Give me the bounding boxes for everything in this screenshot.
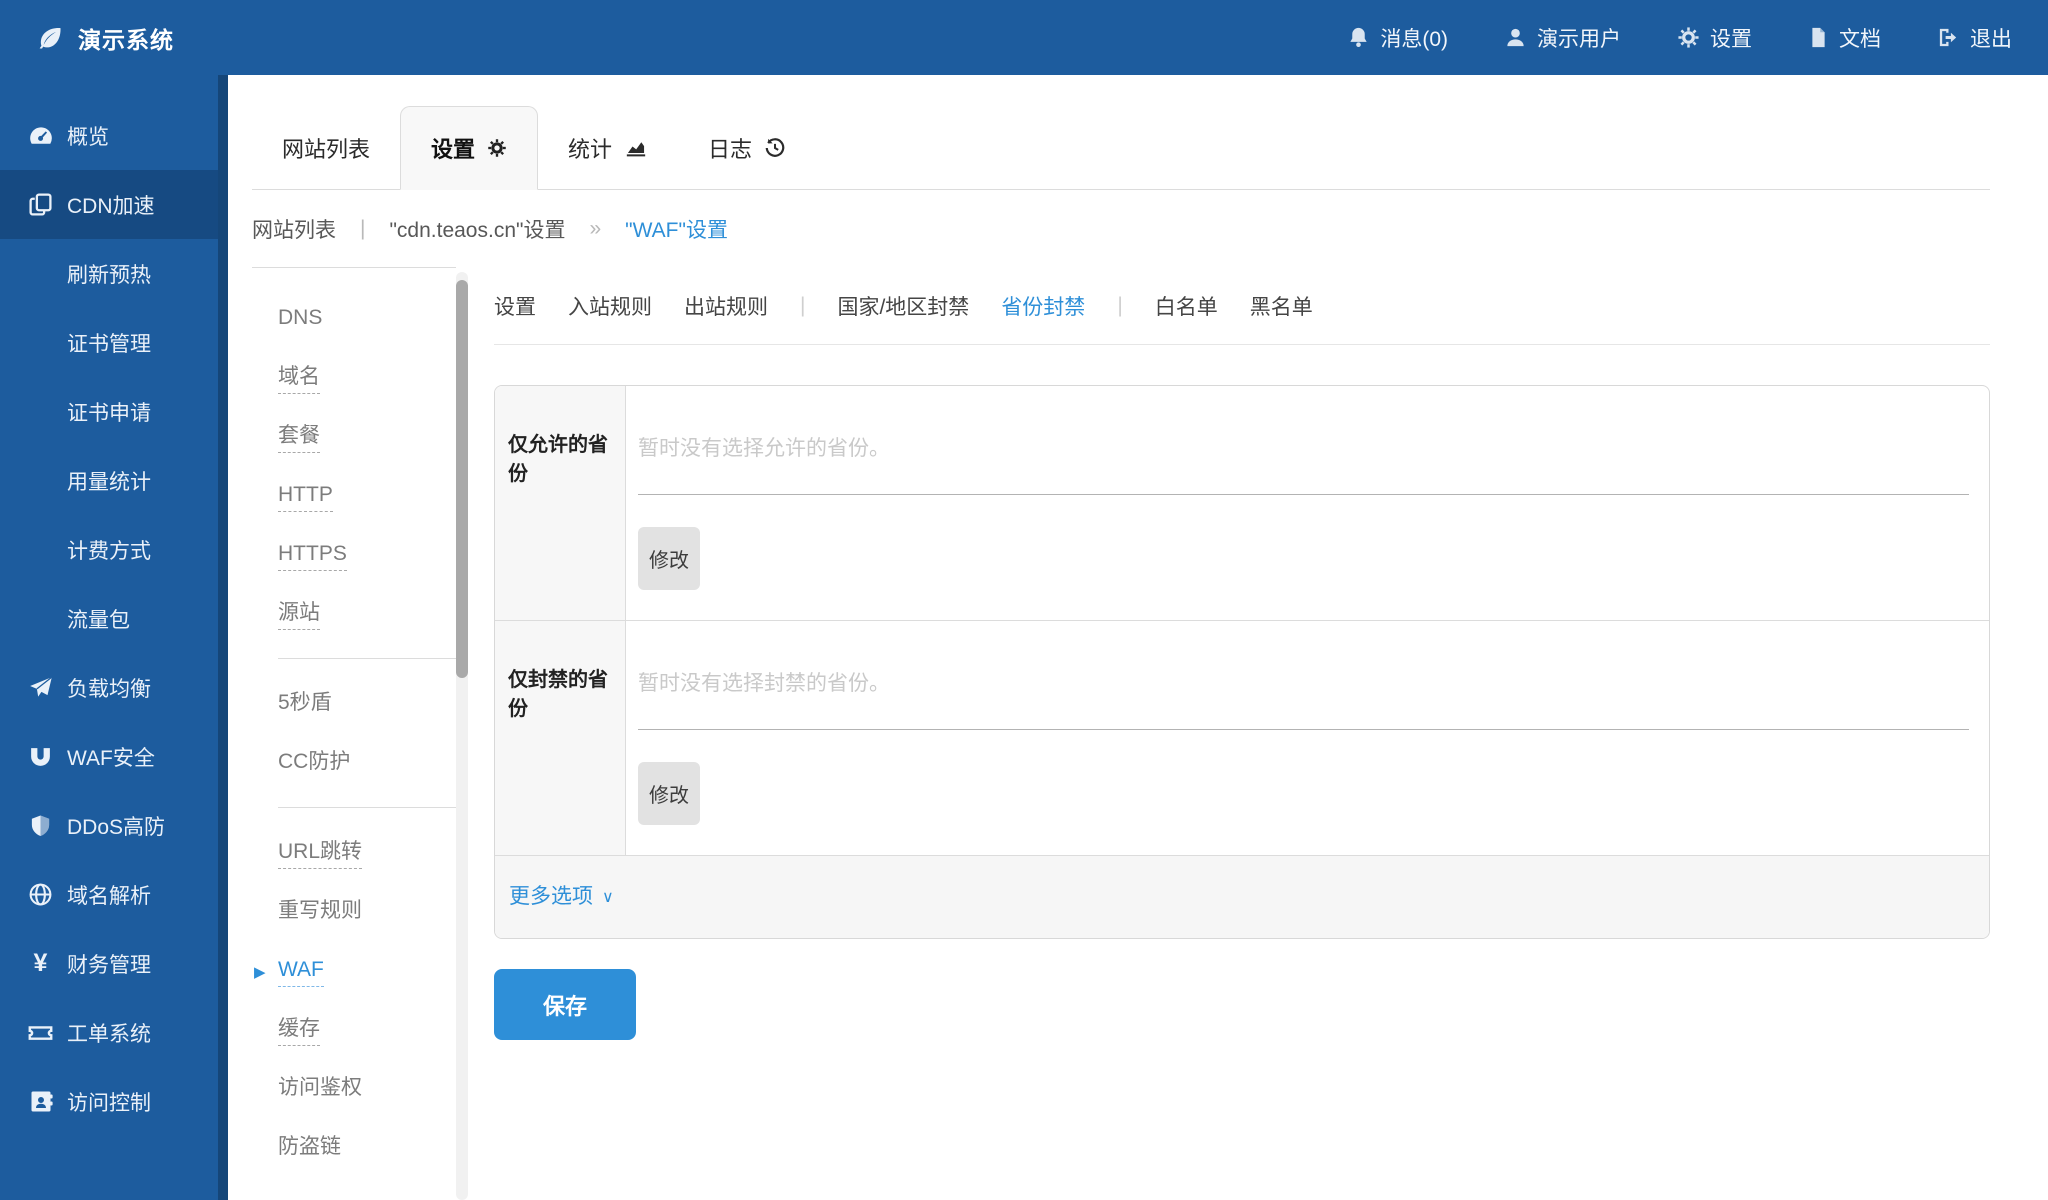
waf-tab-province-block[interactable]: 省份封禁 [1001,291,1085,321]
scrollbar-thumb[interactable] [456,280,468,678]
waf-tabs: 设置 入站规则 出站规则 | 国家/地区封禁 省份封禁 | 白名单 黑名单 [494,267,1990,345]
blocked-provinces-label: 仅封禁的省份 [495,621,626,855]
brand-title: 演示系统 [78,21,174,55]
province-block-panel: 仅允许的省份 暂时没有选择允许的省份。 修改 仅封禁的省份 暂时没有选择封禁的省… [494,385,1990,939]
subnav-divider [278,807,456,808]
tab-site-list[interactable]: 网站列表 [252,107,400,189]
sidebar: 概览 CDN加速 刷新预热 证书管理 证书申请 用量统计 计费方式 流量包 负载… [0,75,228,1200]
subnav-item-5s-shield[interactable]: 5秒盾 [278,689,456,716]
blocked-provinces-row: 仅封禁的省份 暂时没有选择封禁的省份。 修改 [495,620,1989,855]
chevron-down-icon: ∨ [602,887,614,907]
subnav-item-waf[interactable]: ▶ WAF [278,956,456,983]
ticket-icon [27,1019,54,1046]
sidebar-item-overview[interactable]: 概览 [0,101,228,170]
allowed-provinces-label: 仅允许的省份 [495,386,626,620]
breadcrumb-separator: | [360,217,365,241]
save-button[interactable]: 保存 [494,969,636,1040]
main-area: 网站列表 设置 统计 日志 网站列表 [228,75,2048,1200]
waf-tab-separator: | [800,294,805,318]
subnav-item-url-redirect[interactable]: URL跳转 [278,838,456,865]
sidebar-item-access-control[interactable]: 访问控制 [0,1067,228,1136]
brand: 演示系统 [36,21,174,55]
subnav-item-hotlink-protect[interactable]: 防盗链 [278,1133,456,1160]
subnav-item-cc-protect[interactable]: CC防护 [278,748,456,775]
sidebar-item-refresh-prewarm[interactable]: 刷新预热 [0,239,228,308]
subnav-item-https[interactable]: HTTPS [278,540,456,567]
bell-icon [1347,26,1370,49]
waf-tab-whitelist[interactable]: 白名单 [1155,291,1218,321]
more-options-link[interactable]: 更多选项 ∨ [509,880,614,910]
settings-subnav: DNS 域名 套餐 HTTP HTTPS 源站 5秒盾 CC防护 URL跳转 重… [252,267,456,1200]
breadcrumb-domain-settings[interactable]: "cdn.teaos.cn"设置 [389,214,565,244]
logout-menu-item[interactable]: 退出 [1937,23,2012,53]
shield-icon [27,813,54,838]
magnet-icon [27,744,54,769]
subnav-item-http[interactable]: HTTP [278,481,456,508]
tab-logs[interactable]: 日志 [678,107,816,189]
sidebar-item-waf-security[interactable]: WAF安全 [0,722,228,791]
subnav-item-access-auth[interactable]: 访问鉴权 [278,1074,456,1101]
user-menu-item[interactable]: 演示用户 [1504,23,1621,53]
document-icon [1808,26,1829,49]
subnav-item-plan[interactable]: 套餐 [278,422,456,449]
sidebar-item-load-balance[interactable]: 负载均衡 [0,653,228,722]
gear-icon [1677,26,1700,49]
waf-tab-inbound-rules[interactable]: 入站规则 [568,291,652,321]
paper-plane-icon [27,675,54,701]
tab-statistics[interactable]: 统计 [538,107,678,189]
messages-menu-item[interactable]: 消息(0) [1347,23,1448,53]
panel-footer: 更多选项 ∨ [495,855,1989,938]
subnav-item-dns[interactable]: DNS [278,304,456,331]
breadcrumb-separator: » [589,217,601,241]
gauge-icon [27,123,54,149]
id-card-icon [27,1089,54,1114]
area-chart-icon [624,137,648,159]
active-arrow-icon: ▶ [254,959,266,986]
settings-menu-item[interactable]: 设置 [1677,23,1752,53]
sidebar-item-traffic-pack[interactable]: 流量包 [0,584,228,653]
leaf-icon [36,24,64,52]
waf-content: 设置 入站规则 出站规则 | 国家/地区封禁 省份封禁 | 白名单 黑名单 仅允… [494,267,1990,1200]
subnav-scrollbar[interactable] [456,272,468,1200]
modify-blocked-button[interactable]: 修改 [638,762,700,825]
allowed-provinces-row: 仅允许的省份 暂时没有选择允许的省份。 修改 [495,386,1989,620]
breadcrumb-waf-settings[interactable]: "WAF"设置 [625,214,728,244]
yen-icon: ¥ [27,949,54,978]
sidebar-item-tickets[interactable]: 工单系统 [0,998,228,1067]
waf-tab-settings[interactable]: 设置 [494,291,536,321]
allowed-provinces-field[interactable]: 暂时没有选择允许的省份。 [638,420,1969,495]
subnav-item-origin[interactable]: 源站 [278,599,456,626]
sidebar-item-dns-resolve[interactable]: 域名解析 [0,860,228,929]
waf-tab-country-block[interactable]: 国家/地区封禁 [837,291,969,321]
docs-menu-item[interactable]: 文档 [1808,23,1881,53]
history-icon [764,137,786,159]
sidebar-item-finance[interactable]: ¥ 财务管理 [0,929,228,998]
sidebar-item-ddos[interactable]: DDoS高防 [0,791,228,860]
subnav-divider [278,658,456,659]
waf-tab-blacklist[interactable]: 黑名单 [1250,291,1313,321]
topbar-menu: 消息(0) 演示用户 设置 文档 退出 [1347,23,2012,53]
sidebar-item-billing-mode[interactable]: 计费方式 [0,515,228,584]
sidebar-item-cert-manage[interactable]: 证书管理 [0,308,228,377]
subnav-item-cache[interactable]: 缓存 [278,1015,456,1042]
globe-icon [27,882,54,907]
waf-tab-outbound-rules[interactable]: 出站规则 [684,291,768,321]
tab-settings[interactable]: 设置 [400,106,538,190]
sign-out-icon [1937,26,1960,49]
breadcrumb-site-list[interactable]: 网站列表 [252,214,336,244]
blocked-provinces-field[interactable]: 暂时没有选择封禁的省份。 [638,655,1969,730]
subnav-item-domain[interactable]: 域名 [278,363,456,390]
sidebar-item-usage-stats[interactable]: 用量统计 [0,446,228,515]
topbar: 演示系统 消息(0) 演示用户 设置 文档 [0,0,2048,75]
user-icon [1504,26,1527,49]
waf-tab-separator: | [1117,294,1122,318]
subnav-item-rewrite-rules[interactable]: 重写规则 [278,897,456,924]
sidebar-item-cert-apply[interactable]: 证书申请 [0,377,228,446]
gear-icon [487,138,507,158]
modify-allowed-button[interactable]: 修改 [638,527,700,590]
site-tabs: 网站列表 设置 统计 日志 [252,75,1990,190]
sidebar-item-cdn[interactable]: CDN加速 [0,170,228,239]
copy-icon [27,192,54,217]
breadcrumb: 网站列表 | "cdn.teaos.cn"设置 » "WAF"设置 [252,190,1990,267]
